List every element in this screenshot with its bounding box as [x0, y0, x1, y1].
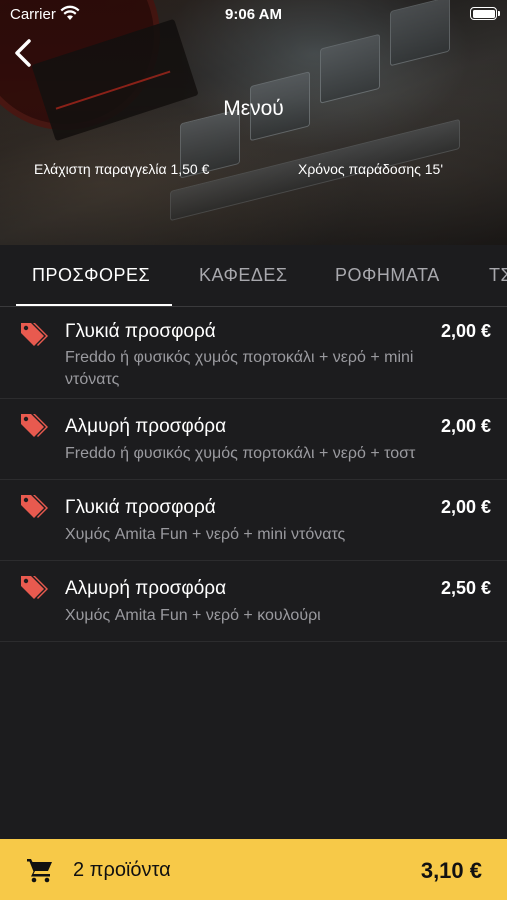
item-description: Freddo ή φυσικός χυμός πορτοκάλι + νερό …	[65, 349, 414, 388]
cart-count-label: 2 προϊόντα	[73, 859, 171, 881]
item-price: 2,00 €	[440, 416, 491, 436]
tab-active-indicator	[16, 304, 172, 306]
item-description: Freddo ή φυσικός χυμός πορτοκάλι + νερό …	[65, 445, 416, 462]
chevron-left-icon	[15, 39, 31, 67]
tag-icon	[21, 576, 48, 599]
header-hero: Carrier 9:06 AM Μενού Ελάχιστη παραγγελί…	[0, 0, 507, 245]
product-list: Γλυκιά προσφορά 2,00 € Freddo ή φυσικός …	[0, 308, 507, 642]
item-name: Αλμυρή προσφόρα	[65, 578, 227, 599]
list-item[interactable]: Αλμυρή προσφόρα 2,00 € Freddo ή φυσικός …	[0, 399, 507, 480]
tab-offers[interactable]: ΠΡΟΣΦΟΡΕΣ	[32, 265, 150, 286]
tab-beverages[interactable]: ΡΟΦΗΜΑΤΑ	[335, 265, 440, 286]
battery-icon	[470, 7, 500, 20]
item-price: 2,50 €	[440, 578, 491, 598]
min-order-label: Ελάχιστη παραγγελία 1,50 €	[34, 161, 210, 177]
cart-total: 3,10 €	[420, 858, 482, 883]
list-item[interactable]: Γλυκιά προσφορά 2,00 € Χυμός Amita Fun +…	[0, 480, 507, 561]
delivery-time-label: Χρόνος παράδοσης 15'	[298, 161, 444, 177]
tag-icon	[21, 495, 48, 518]
item-name: Γλυκιά προσφορά	[65, 321, 216, 342]
category-tabs: ΠΡΟΣΦΟΡΕΣ ΚΑΦΕΔΕΣ ΡΟΦΗΜΑΤΑ ΤΣ	[0, 245, 507, 307]
tab-coffees[interactable]: ΚΑΦΕΔΕΣ	[199, 265, 288, 286]
list-item[interactable]: Αλμυρή προσφόρα 2,50 € Χυμός Amita Fun +…	[0, 561, 507, 642]
item-name: Αλμυρή προσφόρα	[65, 416, 227, 437]
list-item[interactable]: Γλυκιά προσφορά 2,00 € Freddo ή φυσικός …	[0, 308, 507, 399]
back-button[interactable]	[10, 36, 40, 70]
tag-icon	[21, 323, 48, 346]
item-price: 2,00 €	[440, 497, 491, 517]
cart-icon	[27, 859, 52, 883]
item-description: Χυμός Amita Fun + νερό + mini ντόνατς	[65, 526, 346, 543]
page-title: Μενού	[223, 97, 284, 120]
tab-next[interactable]: ΤΣ	[489, 265, 507, 286]
item-description: Χυμός Amita Fun + νερό + κουλούρι	[65, 607, 321, 624]
cart-bar[interactable]: 2 προϊόντα 3,10 €	[0, 839, 507, 900]
tag-icon	[21, 414, 48, 437]
status-bar: Carrier 9:06 AM	[0, 0, 507, 28]
item-price: 2,00 €	[440, 321, 491, 341]
clock: 9:06 AM	[225, 6, 282, 23]
item-name: Γλυκιά προσφορά	[65, 497, 216, 518]
